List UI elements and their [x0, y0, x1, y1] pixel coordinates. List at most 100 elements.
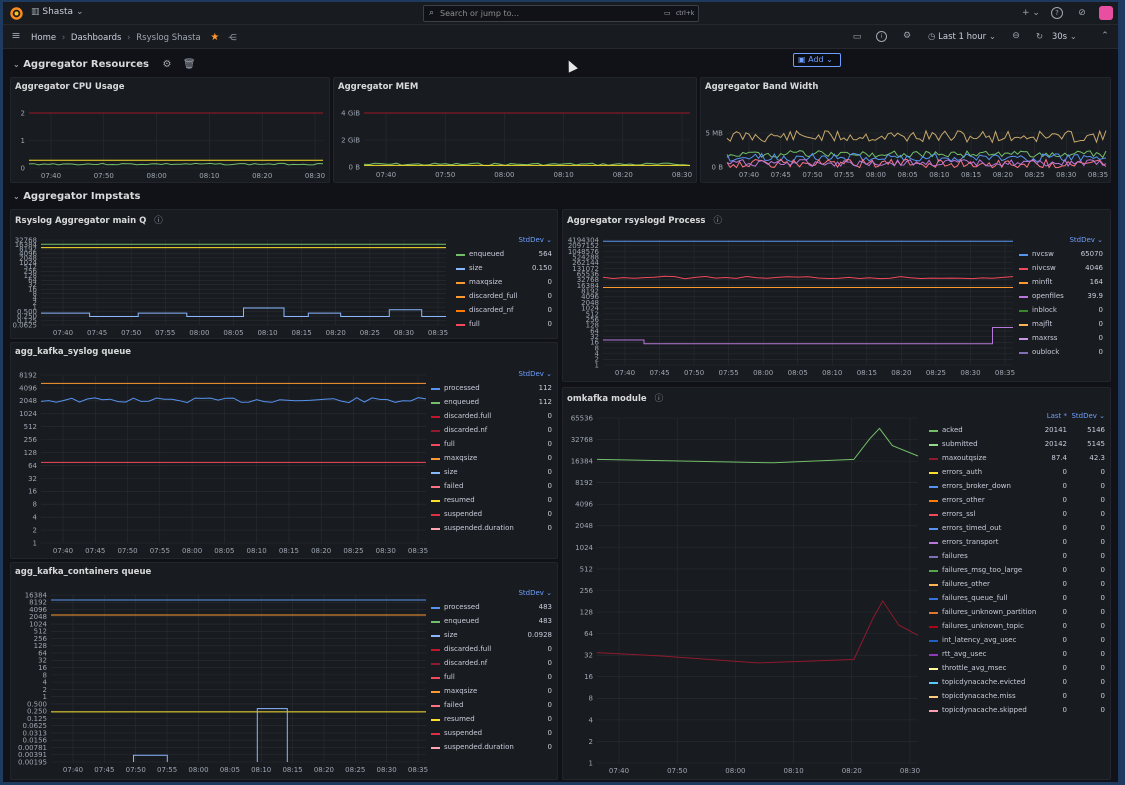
containers-queue-chart[interactable]: 1638481924096204810245122561286432168421… [11, 563, 431, 780]
legend-item[interactable]: failures_msg_too_large 0 0 [929, 564, 1107, 578]
legend-header-stddev[interactable]: StdDev ⌄ [1071, 412, 1105, 420]
panel-cpu-usage[interactable]: Aggregator CPU Usage 2 1 0 07:40 07:50 08:00 0… [10, 77, 330, 183]
legend-item[interactable]: topicdynacache.evicted 0 0 [929, 676, 1107, 690]
legend-item[interactable]: submitted 5145 20142 [929, 438, 1107, 452]
legend-item[interactable]: errors_broker_down 0 0 [929, 480, 1107, 494]
legend-item[interactable]: discarded_nf 0 [456, 304, 554, 318]
legend-item[interactable]: enqueued 112 [431, 396, 554, 410]
org-switcher[interactable]: ▥ Shasta ⌄ [31, 7, 83, 17]
zoom-out-icon[interactable]: ⊖ [1010, 31, 1022, 41]
legend-item[interactable]: resumed 0 [431, 494, 554, 508]
panel-containers-queue[interactable]: agg_kafka_containers queue 16384 8192 4096… [10, 562, 558, 780]
legend-item[interactable]: maxrss 0 [1019, 332, 1105, 346]
legend-item[interactable]: failures 0 0 [929, 550, 1107, 564]
legend-item[interactable]: errors_timed_out 0 0 [929, 522, 1107, 536]
time-range-picker[interactable]: ◷ Last 1 hour ⌄ [928, 32, 996, 42]
legend-item[interactable]: topicdynacache.skipped 0 0 [929, 704, 1107, 718]
legend-item[interactable]: full 0 [431, 438, 554, 452]
info-icon[interactable]: i [876, 31, 887, 42]
legend-item[interactable]: size 0 [431, 466, 554, 480]
legend-item[interactable]: full 0 [431, 671, 554, 685]
legend-item[interactable]: errors_other 0 0 [929, 494, 1107, 508]
legend-item[interactable]: processed 112 [431, 382, 554, 396]
legend-item[interactable]: failures_unknown_topic 0 0 [929, 620, 1107, 634]
legend-item[interactable]: rtt_avg_usec 0 0 [929, 648, 1107, 662]
row-delete-icon[interactable]: 🗑 [183, 59, 196, 70]
row-aggregator-resources[interactable]: ⌄ Aggregator Resources ⚙ 🗑 [13, 59, 196, 70]
legend-item[interactable]: discarded_full 0 [456, 290, 554, 304]
legend-item[interactable]: majflt 0 [1019, 318, 1105, 332]
panel-mem[interactable]: Aggregator MEM 4 GiB 2 GiB 0 B 07:40 07:50 08… [333, 77, 697, 183]
main-q-chart[interactable]: 3276816384819240962048102451225612864321… [11, 210, 451, 339]
legend-item[interactable]: discarded.full 0 [431, 410, 554, 424]
bandwidth-chart[interactable]: 5 MB 0 B 07:40 07:45 07:50 07:55 08:00 08:05 08:… [701, 78, 1111, 183]
legend-item[interactable]: errors_transport 0 0 [929, 536, 1107, 550]
legend-item[interactable]: suspended 0 [431, 727, 554, 741]
legend-header-stddev[interactable]: StdDev ⌄ [1069, 236, 1103, 244]
save-icon[interactable]: ▭ [851, 32, 863, 42]
help-icon[interactable]: ? [1051, 7, 1063, 19]
legend-item[interactable]: errors_ssl 0 0 [929, 508, 1107, 522]
menu-icon[interactable]: ≡ [10, 30, 22, 41]
legend-item[interactable]: failures_queue_full 0 0 [929, 592, 1107, 606]
legend-item[interactable]: maxqsize 0 [456, 276, 554, 290]
legend-header-stddev[interactable]: StdDev ⌄ [518, 589, 552, 597]
legend-item[interactable]: enqueued 564 [456, 248, 554, 262]
cpu-chart[interactable]: 2 1 0 07:40 07:50 08:00 08:10 08:20 08:30 [11, 78, 330, 183]
legend-header-stddev[interactable]: StdDev ⌄ [518, 370, 552, 378]
collapse-up-icon[interactable]: ⌃ [1099, 31, 1111, 41]
panel-omkafka[interactable]: omkafka module ⓘ 65536 32768 16384 8192 4096… [562, 387, 1111, 780]
legend-item[interactable]: oublock 0 [1019, 346, 1105, 360]
legend-item[interactable]: throttle_avg_msec 0 0 [929, 662, 1107, 676]
legend-item[interactable]: openfiles 39.9 [1019, 290, 1105, 304]
grafana-logo-icon[interactable] [9, 6, 24, 21]
legend-item[interactable]: inblock 0 [1019, 304, 1105, 318]
omkafka-chart[interactable]: 6553632768163848192409620481024512256128… [563, 388, 923, 780]
search-input[interactable]: ⌕ Search or jump to... ▭ ctrl+k [423, 5, 699, 22]
new-button[interactable]: + ⌄ [1021, 8, 1041, 18]
legend-item[interactable]: errors_auth 0 0 [929, 466, 1107, 480]
legend-item[interactable]: acked 5146 20141 [929, 424, 1107, 438]
syslog-queue-chart[interactable]: 8192 4096 2048 1024 512 256 128 64 32 16 8 4 2 1 07:40… [11, 343, 431, 559]
refresh-picker[interactable]: ↻ 30s ⌄ [1036, 32, 1077, 42]
rss-icon[interactable]: ⊘ [1076, 8, 1088, 18]
panel-main-q[interactable]: Rsyslog Aggregator main Q ⓘ 32768 16384 81… [10, 209, 558, 339]
add-button[interactable]: ▣ Add ⌄ [793, 53, 841, 67]
legend-item[interactable]: maxqsize 0 [431, 685, 554, 699]
star-icon[interactable]: ★ [210, 32, 219, 43]
legend-item[interactable]: maxoutqsize 42.3 87.4 [929, 452, 1107, 466]
legend-item[interactable]: failures_unknown_partition 0 0 [929, 606, 1107, 620]
legend-item[interactable]: int_latency_avg_usec 0 0 [929, 634, 1107, 648]
settings-gear-icon[interactable]: ⚙ [901, 31, 913, 41]
legend-item[interactable]: failures_other 0 0 [929, 578, 1107, 592]
legend-item[interactable]: nivcsw 4046 [1019, 262, 1105, 276]
legend-item[interactable]: full 0 [456, 318, 554, 332]
panel-rsyslogd-process[interactable]: Aggregator rsyslogd Process ⓘ 4194304 209… [562, 209, 1111, 382]
breadcrumb-dashboards[interactable]: Dashboards [71, 33, 122, 43]
legend-item[interactable]: size 0.0928 [431, 629, 554, 643]
panel-syslog-queue[interactable]: agg_kafka_syslog queue 8192 4096 2048 1024 5… [10, 342, 558, 559]
legend-header-stddev[interactable]: StdDev ⌄ [518, 236, 552, 244]
breadcrumb-home[interactable]: Home [31, 33, 56, 43]
legend-item[interactable]: processed 483 [431, 601, 554, 615]
legend-item[interactable]: topicdynacache.miss 0 0 [929, 690, 1107, 704]
legend-item[interactable]: minflt 164 [1019, 276, 1105, 290]
legend-item[interactable]: suspended.duration 0 [431, 741, 554, 755]
legend-item[interactable]: enqueued 483 [431, 615, 554, 629]
legend-item[interactable]: discarded.nf 0 [431, 424, 554, 438]
rsyslogd-chart[interactable]: 4194304209715210485765242882621441310726… [563, 210, 1018, 382]
legend-item[interactable]: discarded.full 0 [431, 643, 554, 657]
legend-item[interactable]: size 0.150 [456, 262, 554, 276]
avatar[interactable] [1099, 6, 1113, 20]
legend-item[interactable]: nvcsw 65070 [1019, 248, 1105, 262]
mem-chart[interactable]: 4 GiB 2 GiB 0 B 07:40 07:50 08:00 08:10 08:20 08… [334, 78, 697, 183]
panel-bandwidth[interactable]: Aggregator Band Width 5 MB 0 B 07:40 07:45 0… [700, 77, 1111, 183]
legend-item[interactable]: suspended 0 [431, 508, 554, 522]
legend-item[interactable]: maxqsize 0 [431, 452, 554, 466]
legend-item[interactable]: discarded.nf 0 [431, 657, 554, 671]
row-aggregator-impstats[interactable]: ⌄ Aggregator Impstats [13, 191, 140, 202]
legend-item[interactable]: failed 0 [431, 699, 554, 713]
legend-item[interactable]: suspended.duration 0 [431, 522, 554, 536]
share-icon[interactable]: ⋲ [228, 33, 237, 43]
legend-header-last[interactable]: Last * [1047, 412, 1067, 420]
